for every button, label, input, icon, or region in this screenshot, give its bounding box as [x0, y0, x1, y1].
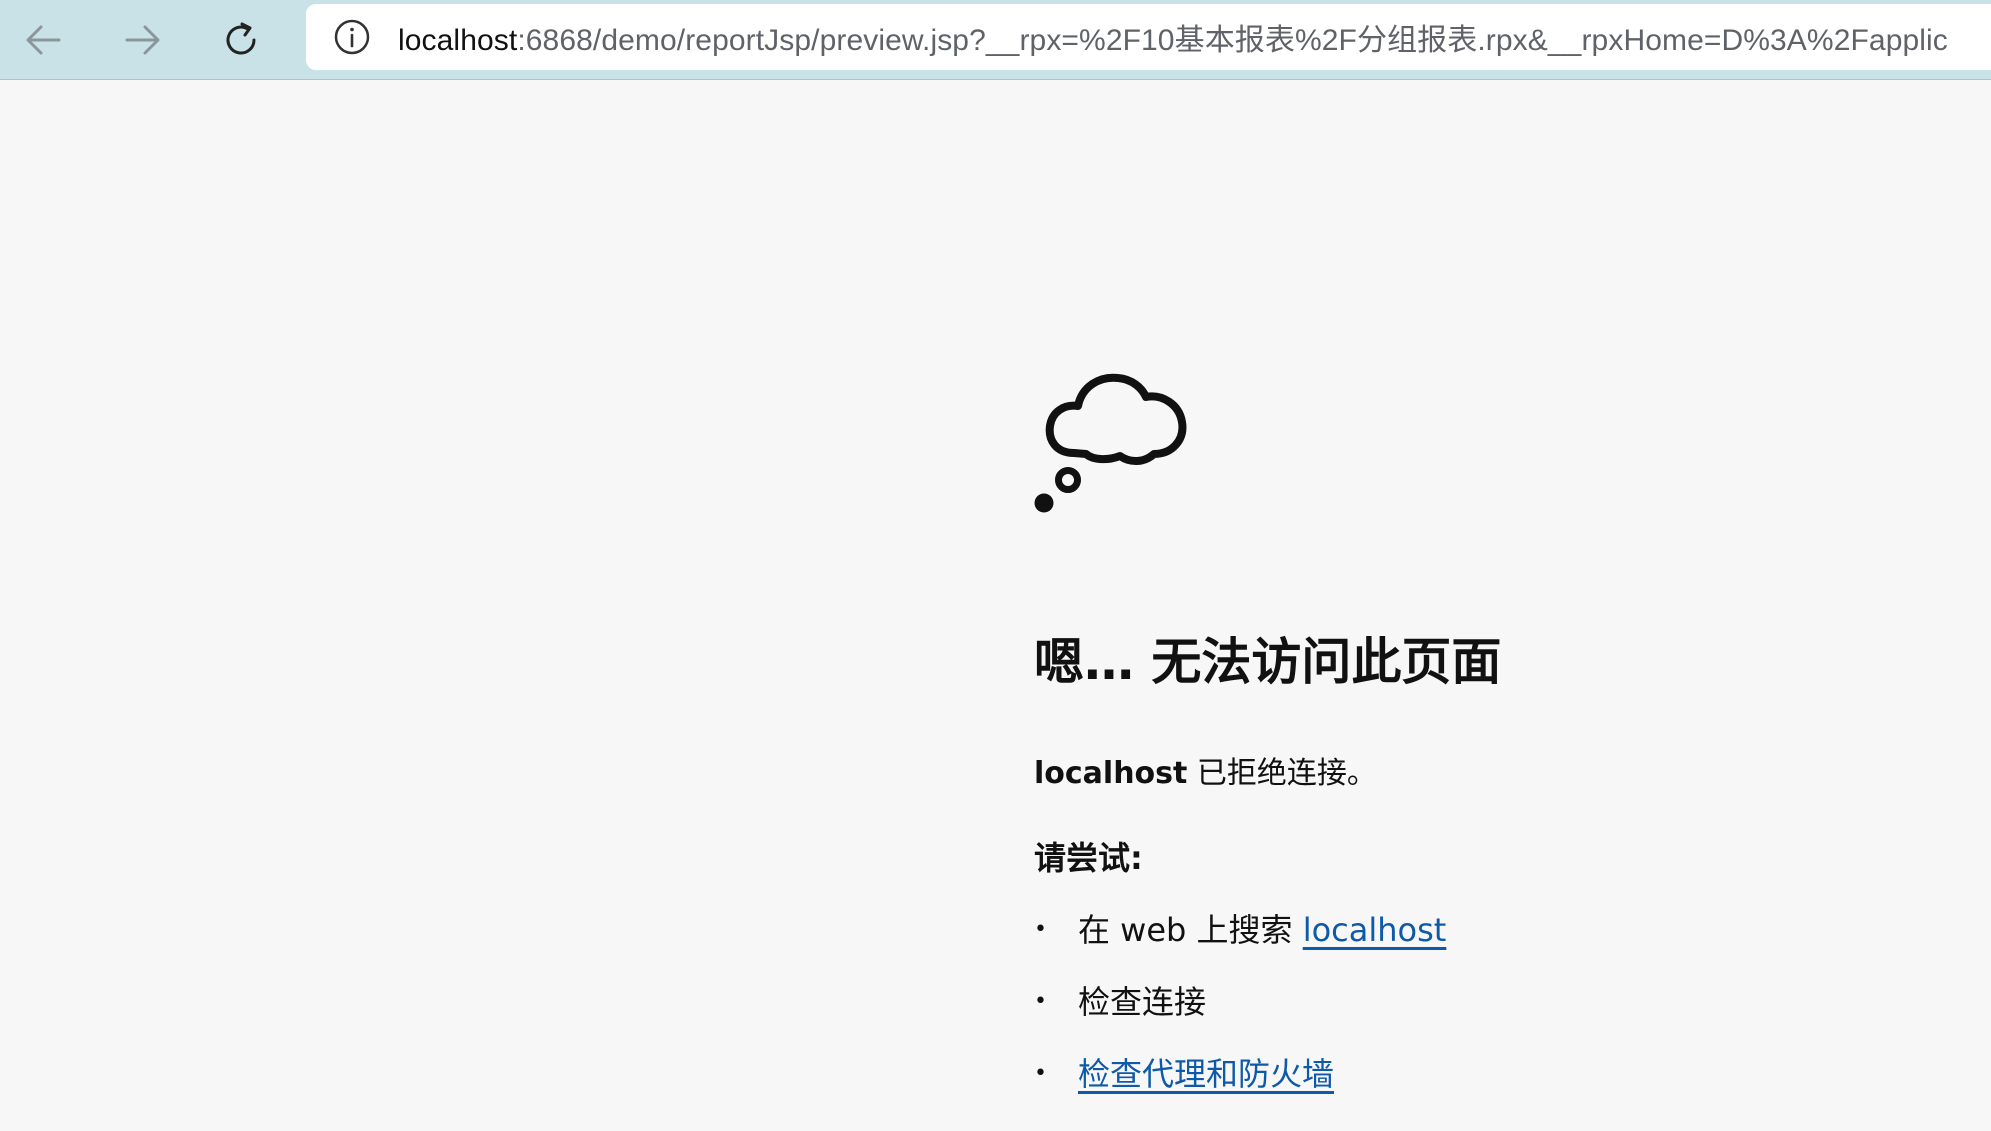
error-title: 嗯… 无法访问此页面	[1034, 633, 1502, 691]
thought-cloud-icon	[1034, 373, 1187, 513]
search-localhost-link[interactable]: localhost	[1303, 911, 1447, 949]
suggestion-search-text: 在 web 上搜索	[1078, 911, 1303, 949]
check-proxy-firewall-link[interactable]: 检查代理和防火墙	[1078, 1055, 1334, 1093]
url-path: :6868/demo/reportJsp/preview.jsp?__rpx=%…	[517, 24, 1948, 57]
address-bar[interactable]: localhost:6868/demo/reportJsp/preview.js…	[306, 4, 1991, 70]
suggestion-list: • 在 web 上搜索 localhost • 检查连接 • 检查代理和防火墙	[1034, 900, 1446, 1116]
error-host: localhost	[1034, 756, 1188, 791]
back-button[interactable]	[12, 10, 74, 70]
suggestion-check-connection: • 检查连接	[1034, 972, 1446, 1044]
refresh-button[interactable]	[210, 10, 272, 70]
info-icon[interactable]	[332, 17, 372, 57]
error-message: 已拒绝连接。	[1187, 756, 1377, 791]
arrow-right-icon	[125, 25, 160, 55]
bullet: •	[1034, 1061, 1047, 1086]
error-description: localhost 已拒绝连接。	[1034, 748, 1377, 792]
url-text[interactable]: localhost:6868/demo/reportJsp/preview.js…	[398, 15, 1948, 59]
suggestion-proxy-firewall: • 检查代理和防火墙	[1034, 1044, 1446, 1116]
try-label: 请尝试:	[1034, 839, 1143, 877]
suggestion-search: • 在 web 上搜索 localhost	[1034, 900, 1446, 972]
suggestion-check-connection-text: 检查连接	[1078, 983, 1207, 1021]
browser-toolbar: localhost:6868/demo/reportJsp/preview.js…	[0, 0, 1991, 80]
bullet: •	[1034, 989, 1047, 1014]
url-host: localhost	[398, 24, 518, 57]
bullet: •	[1034, 917, 1047, 942]
arrow-left-icon	[26, 25, 61, 55]
refresh-icon	[226, 22, 256, 55]
forward-button[interactable]	[112, 10, 174, 70]
